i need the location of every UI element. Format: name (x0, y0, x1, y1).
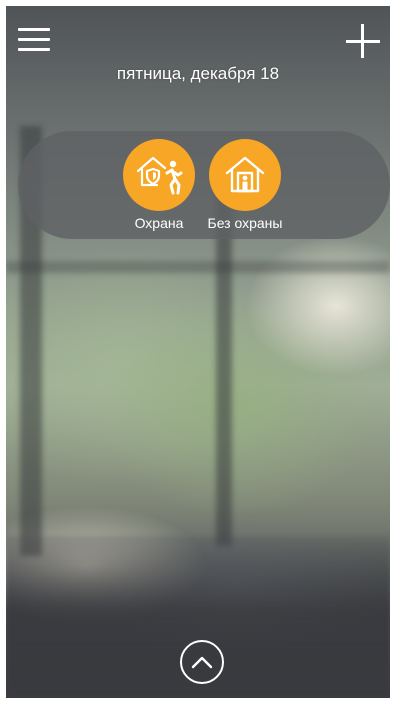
arm-mode-button[interactable]: Охрана (114, 139, 204, 231)
disarm-mode-button[interactable]: Без охраны (200, 139, 290, 231)
chevron-up-icon (191, 656, 213, 669)
hamburger-menu-icon (18, 48, 50, 51)
security-mode-panel: Охрана Без охраны (18, 131, 390, 239)
arm-mode-circle (123, 139, 195, 211)
hamburger-menu-icon (18, 28, 50, 31)
hamburger-menu-icon (18, 38, 50, 41)
expand-button[interactable] (180, 640, 224, 684)
background-window-frame (6, 261, 390, 273)
house-person-icon (225, 156, 265, 193)
date-label: пятница, декабря 18 (116, 64, 280, 83)
plus-icon (361, 24, 364, 58)
menu-button[interactable] (18, 24, 52, 54)
arm-mode-label: Охрана (134, 215, 184, 231)
house-shield-person-running-icon (136, 156, 183, 195)
add-button[interactable] (346, 24, 382, 60)
disarm-mode-label: Без охраны (207, 215, 283, 231)
home-screen: пятница, декабря 18 Охрана Без охраны (6, 6, 390, 698)
disarm-mode-circle (209, 139, 281, 211)
